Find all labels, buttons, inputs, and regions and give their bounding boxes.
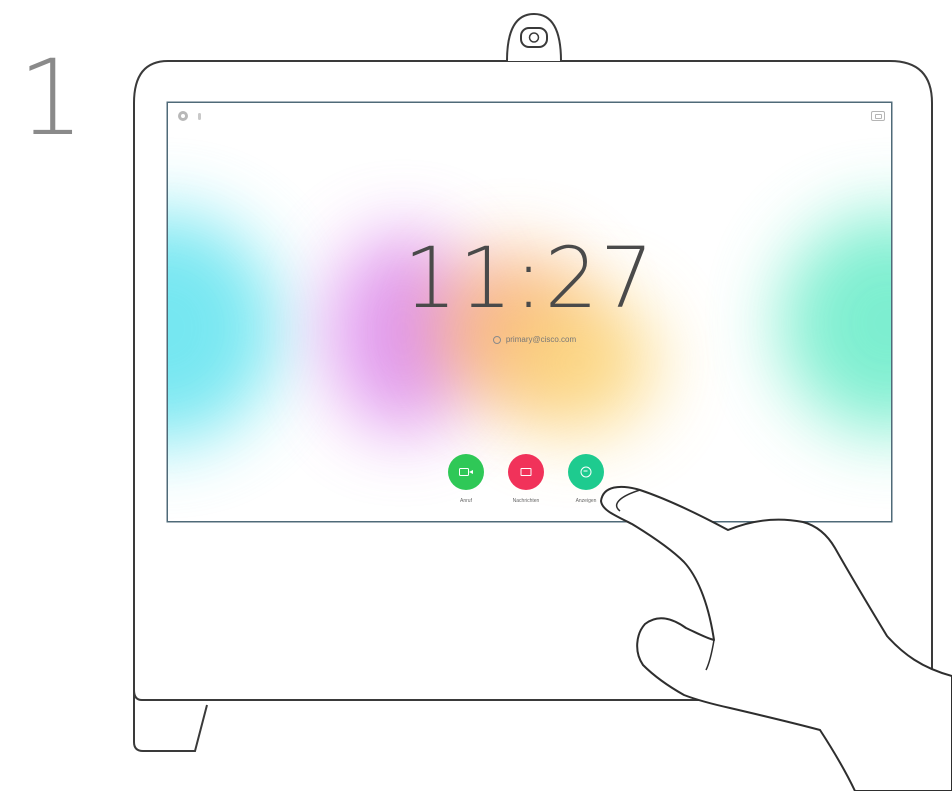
hand-outline	[600, 485, 952, 791]
illustration-canvas: 1 11:27 primary@cisco.com Anruf Nachrich…	[0, 0, 952, 791]
pointing-hand-illustration	[600, 485, 952, 791]
